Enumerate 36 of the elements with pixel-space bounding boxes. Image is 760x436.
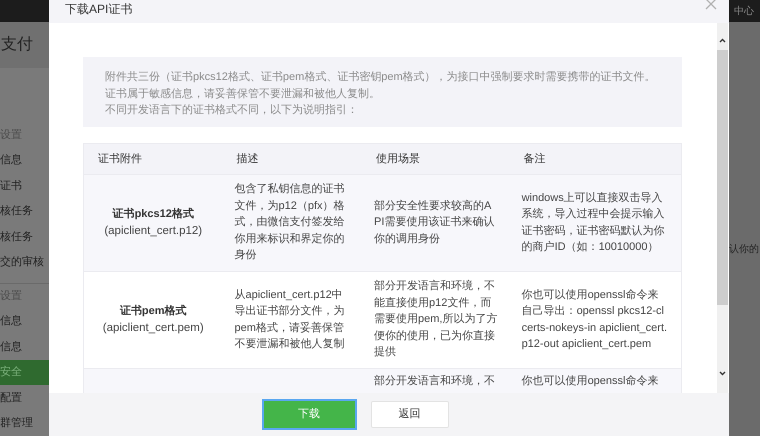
scrollbar[interactable] xyxy=(717,23,728,393)
file-name: (apiclient_cert.pem) xyxy=(102,320,204,336)
file-name: (apiclient_cert.p12) xyxy=(104,224,202,238)
column-header: 描述 xyxy=(236,152,260,167)
table-cell-text: 从apiclient_cert.p12中导出证书部分文件，为pem格式，请妥善保管不要泄漏和被他人复制 xyxy=(234,288,346,352)
table-cell-text: 部分安全性要求较高的API需要使用该证书来确认你的调用身份 xyxy=(374,198,496,247)
sidebar-item[interactable]: 核任务 xyxy=(0,198,49,224)
sidebar-item[interactable]: 证书 xyxy=(0,173,49,198)
sidebar-item[interactable]: 配置 xyxy=(0,385,49,410)
column-header: 备注 xyxy=(522,152,547,167)
table-cell-text: 包含了私钥信息的证书文件，为p12（pfx）格式，由微信支付签发给你用来标识和界定你的身份 xyxy=(234,182,346,264)
column-header: 使用场景 xyxy=(375,152,422,167)
sidebar-item[interactable]: 核任务 xyxy=(0,224,49,250)
table-cell-text: 你也可以使用openssl命令来自己导出：openssl pkcs12-clcerts-nokeys-in apiclient_cert.p12-out apiclient_cert.pem xyxy=(522,288,668,352)
table-cell-text: 部分开发语言和环境，不能直接使用p12文件，而需要使用pem,所以为了方便你的使用，已为你直接提供 xyxy=(374,278,498,360)
certificate-name: 证书pkcs12格式 xyxy=(112,206,194,222)
sidebar-item[interactable]: 群管理 xyxy=(0,410,49,436)
table-cell-text: windows上可以直接双击导入系统，导入过程中会提示输入证书密码，证书密码默认为你的商户ID（如：10010000） xyxy=(522,190,666,255)
info-text: 不同开发语言下的证书格式不同，以下为说明指引： xyxy=(105,102,359,118)
table-cell-text: 部分开发语言和环境，不 xyxy=(374,374,496,388)
table-cell-text: 你也可以使用openssl命令来 xyxy=(522,374,658,388)
info-text: 附件共三份（证书pkcs12格式、证书pem格式、证书密钥pem格式），为接口中强制要求时需要携带的证书文件。证书属于敏感信息，请妥善保管不要泄漏和被他人复制。 xyxy=(105,70,657,102)
download-button[interactable]: 下载 xyxy=(262,399,356,430)
column-header: 证书附件 xyxy=(97,152,143,167)
sidebar-item[interactable]: 交的审核 xyxy=(0,250,49,275)
certificate-name: 证书pem格式 xyxy=(120,304,187,319)
close-icon[interactable] xyxy=(705,0,717,10)
sidebar-item[interactable]: 信息 xyxy=(0,148,49,173)
sidebar-item[interactable]: 信息 xyxy=(0,308,49,334)
dialog-title: 下载API证书 xyxy=(65,2,132,16)
sidebar-item[interactable]: 信息 xyxy=(0,334,49,360)
background-text: 认你的 xyxy=(729,244,759,255)
back-button[interactable]: 返回 xyxy=(370,401,448,428)
top-bar-link[interactable]: 中心 xyxy=(734,4,754,18)
sidebar-item[interactable]: 安全 xyxy=(0,360,49,385)
page-title: 支付 xyxy=(0,34,33,55)
